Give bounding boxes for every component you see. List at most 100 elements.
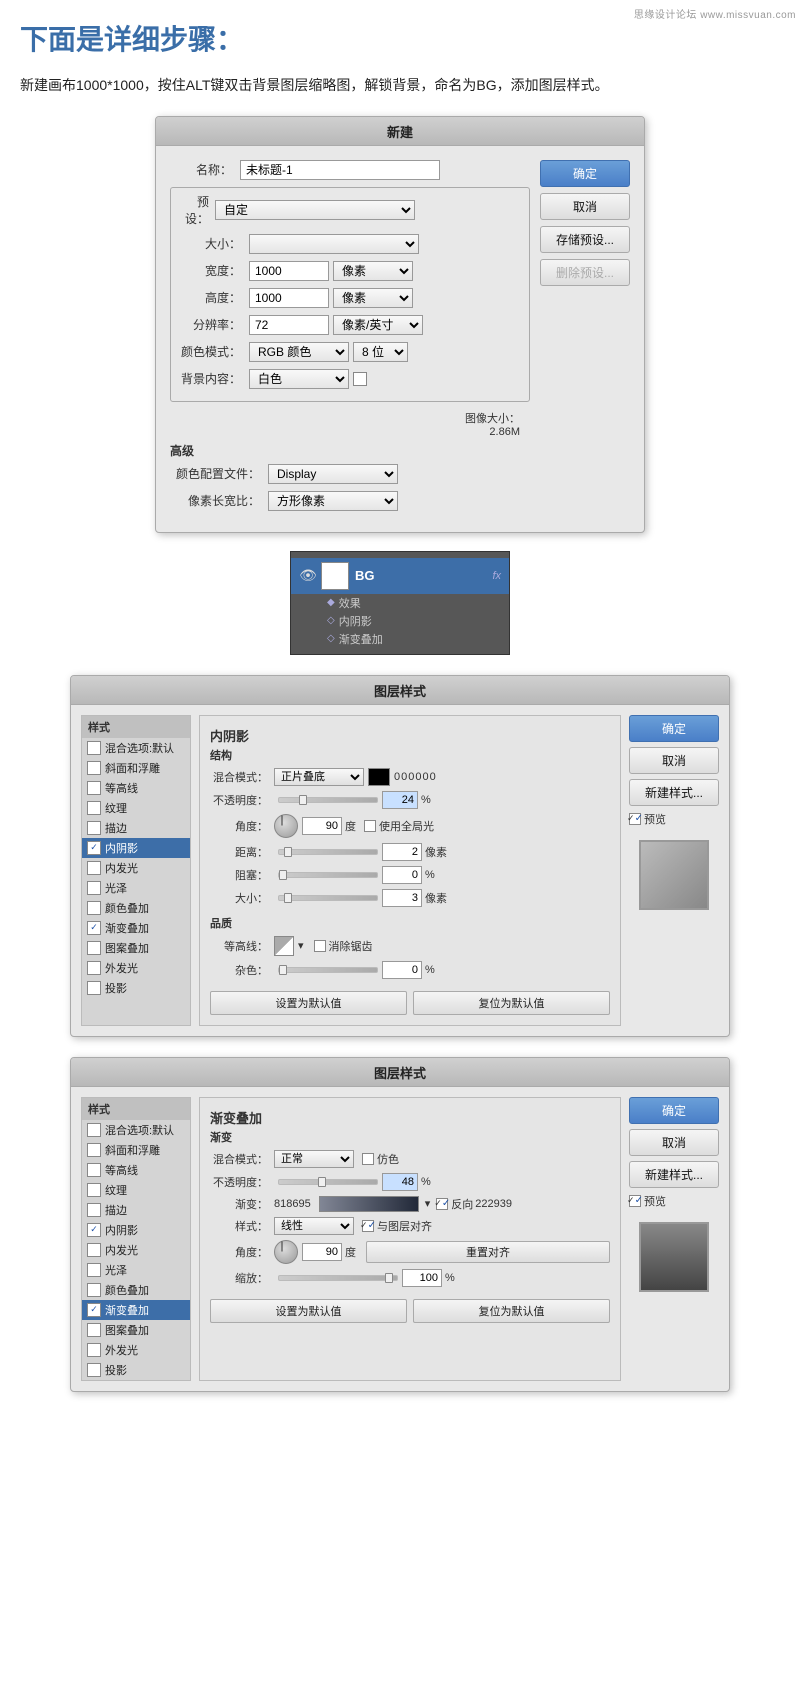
style-select-2[interactable]: 线性 — [274, 1217, 354, 1235]
fake-color-check[interactable] — [362, 1153, 374, 1165]
size-input-1[interactable] — [382, 889, 422, 907]
gradient-overlay2-check[interactable]: ✓ — [87, 1303, 101, 1317]
gradient-overlay-check[interactable]: ✓ — [87, 921, 101, 935]
color-overlay2-check[interactable] — [87, 1283, 101, 1297]
style-item-drop-shadow[interactable]: 投影 — [82, 978, 190, 998]
style-item2-drop-shadow[interactable]: 投影 — [82, 1360, 190, 1380]
new-style-btn-2[interactable]: 新建样式... — [629, 1161, 719, 1188]
contour-dropdown-icon[interactable]: ▾ — [298, 939, 304, 952]
size-thumb-1[interactable] — [284, 893, 292, 903]
contour-check[interactable] — [87, 781, 101, 795]
opacity-slider-1[interactable] — [278, 797, 378, 803]
delete-preset-button[interactable]: 删除预设... — [540, 259, 630, 286]
cancel-button[interactable]: 取消 — [540, 193, 630, 220]
opacity-thumb-2[interactable] — [318, 1177, 326, 1187]
distance-thumb-1[interactable] — [284, 847, 292, 857]
texture-check[interactable] — [87, 801, 101, 815]
choke-slider-1[interactable] — [278, 872, 378, 878]
opacity-slider-2[interactable] — [278, 1179, 378, 1185]
style-item2-bevel[interactable]: 斜面和浮雕 — [82, 1140, 190, 1160]
texture2-check[interactable] — [87, 1183, 101, 1197]
distance-input-1[interactable] — [382, 843, 422, 861]
style-item2-gradient-overlay[interactable]: ✓ 渐变叠加 — [82, 1300, 190, 1320]
pixel-ratio-select[interactable]: 方形像素 — [268, 491, 398, 511]
color-overlay-check[interactable] — [87, 901, 101, 915]
inner-glow2-check[interactable] — [87, 1243, 101, 1257]
angle-input-2[interactable] — [302, 1243, 342, 1261]
cancel-btn-2[interactable]: 取消 — [629, 1129, 719, 1156]
preview-label-1[interactable]: ✓ 预览 — [629, 811, 719, 827]
opacity-thumb-1[interactable] — [299, 795, 307, 805]
contour2-check[interactable] — [87, 1163, 101, 1177]
reset-align-btn[interactable]: 重置对齐 — [366, 1241, 610, 1263]
style-item2-inner-shadow[interactable]: ✓ 内阴影 — [82, 1220, 190, 1240]
angle-dial-1[interactable] — [274, 814, 298, 838]
height-unit-select[interactable]: 像素 — [333, 288, 413, 308]
style-item2-stroke[interactable]: 描边 — [82, 1200, 190, 1220]
opacity-input-1[interactable] — [382, 791, 418, 809]
align-layer-label[interactable]: ✓ 与图层对齐 — [362, 1218, 432, 1234]
style-item-stroke[interactable]: 描边 — [82, 818, 190, 838]
style-item-inner-glow[interactable]: 内发光 — [82, 858, 190, 878]
bevel-check[interactable] — [87, 761, 101, 775]
outer-glow-check[interactable] — [87, 961, 101, 975]
preview-check-2[interactable]: ✓ — [629, 1195, 641, 1207]
style-item2-blend[interactable]: 混合选项:默认 — [82, 1120, 190, 1140]
gradient-bar-2[interactable] — [319, 1196, 419, 1212]
reset-default-btn-1[interactable]: 复位为默认值 — [413, 991, 610, 1015]
contour-thumb-1[interactable] — [274, 936, 294, 956]
save-preset-button[interactable]: 存储预设... — [540, 226, 630, 253]
name-input[interactable] — [240, 160, 440, 180]
color-depth-select[interactable]: 8 位 — [353, 342, 408, 362]
size-slider-1[interactable] — [278, 895, 378, 901]
style-item2-contour[interactable]: 等高线 — [82, 1160, 190, 1180]
satin-check[interactable] — [87, 881, 101, 895]
style-item-blend[interactable]: 混合选项:默认 — [82, 738, 190, 758]
stroke-check[interactable] — [87, 821, 101, 835]
blend-color-box-1[interactable] — [368, 768, 390, 786]
gradient-dropdown-2[interactable]: ▾ — [425, 1197, 431, 1210]
layer-row-bg[interactable]: 👁 BG fx — [291, 558, 509, 594]
angle-dial-2[interactable] — [274, 1240, 298, 1264]
resolution-input[interactable] — [249, 315, 329, 335]
width-input[interactable] — [249, 261, 329, 281]
new-style-btn-1[interactable]: 新建样式... — [629, 779, 719, 806]
inner-shadow2-check[interactable]: ✓ — [87, 1223, 101, 1237]
pattern-overlay-check[interactable] — [87, 941, 101, 955]
reset-default-btn-2[interactable]: 复位为默认值 — [413, 1299, 610, 1323]
color-mode-select[interactable]: RGB 颜色 — [249, 342, 349, 362]
style-item-satin[interactable]: 光泽 — [82, 878, 190, 898]
width-unit-select[interactable]: 像素 — [333, 261, 413, 281]
satin2-check[interactable] — [87, 1263, 101, 1277]
angle-input-1[interactable] — [302, 817, 342, 835]
style-item-contour[interactable]: 等高线 — [82, 778, 190, 798]
cancel-btn-1[interactable]: 取消 — [629, 747, 719, 774]
style-item2-satin[interactable]: 光泽 — [82, 1260, 190, 1280]
bg-color-swatch[interactable] — [353, 372, 367, 386]
set-default-btn-1[interactable]: 设置为默认值 — [210, 991, 407, 1015]
style-item-inner-shadow[interactable]: ✓ 内阴影 — [82, 838, 190, 858]
resolution-unit-select[interactable]: 像素/英寸 — [333, 315, 423, 335]
reverse-check[interactable]: ✓ — [436, 1198, 448, 1210]
style-item-color-overlay[interactable]: 颜色叠加 — [82, 898, 190, 918]
style-item2-color-overlay[interactable]: 颜色叠加 — [82, 1280, 190, 1300]
scale-input-2[interactable] — [402, 1269, 442, 1287]
preview-label-2[interactable]: ✓ 预览 — [629, 1193, 719, 1209]
noise-input-1[interactable] — [382, 961, 422, 979]
stroke2-check[interactable] — [87, 1203, 101, 1217]
size-select[interactable] — [249, 234, 419, 254]
scale-slider-2[interactable] — [278, 1275, 398, 1281]
ok-button[interactable]: 确定 — [540, 160, 630, 187]
style-item-outer-glow[interactable]: 外发光 — [82, 958, 190, 978]
style-item-bevel[interactable]: 斜面和浮雕 — [82, 758, 190, 778]
bg-content-select[interactable]: 白色 — [249, 369, 349, 389]
anti-alias-check[interactable] — [314, 940, 326, 952]
choke-input-1[interactable] — [382, 866, 422, 884]
inner-glow-check[interactable] — [87, 861, 101, 875]
noise-thumb-1[interactable] — [279, 965, 287, 975]
reverse-label[interactable]: ✓ 反向 — [436, 1196, 473, 1212]
style-item-texture[interactable]: 纹理 — [82, 798, 190, 818]
preview-check-1[interactable]: ✓ — [629, 813, 641, 825]
drop-shadow2-check[interactable] — [87, 1363, 101, 1377]
inner-shadow-check[interactable]: ✓ — [87, 841, 101, 855]
